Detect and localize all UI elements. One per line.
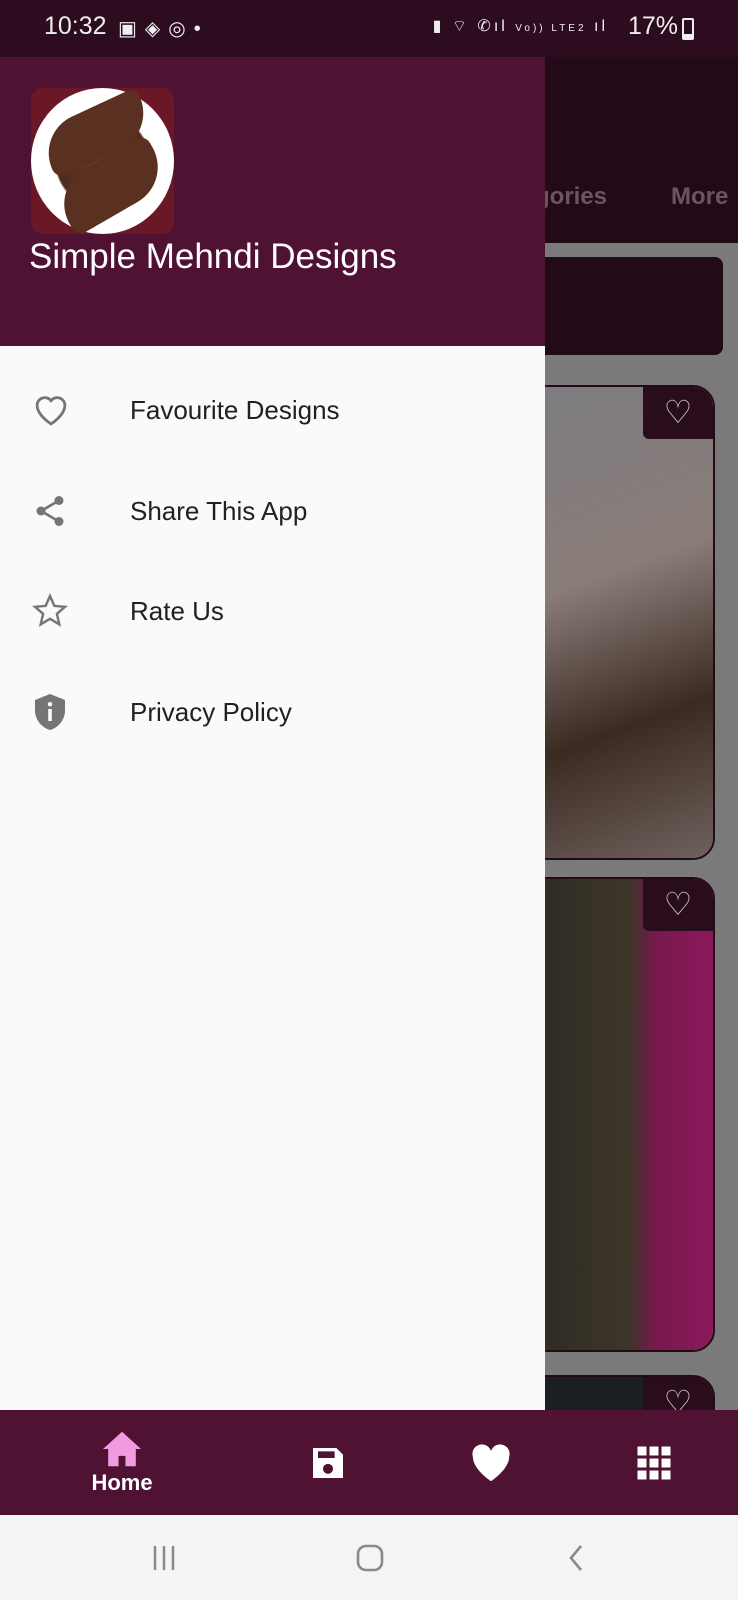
background-app-bar: gories More bbox=[535, 57, 738, 243]
signal-icons: ▮ ⌔ ✆ıl Vo)) LTE2 ıl bbox=[432, 18, 608, 35]
design-image bbox=[527, 387, 713, 858]
menu-item-label: Share This App bbox=[130, 495, 308, 526]
favorite-heart-icon: ♡ bbox=[643, 879, 713, 931]
tab-more: More bbox=[671, 183, 729, 210]
navigation-drawer: Simple Mehndi Designs Favourite Designs … bbox=[0, 57, 545, 1410]
design-card: ♡ bbox=[525, 877, 715, 1352]
nav-categories[interactable] bbox=[594, 1410, 714, 1515]
drawer-header: Simple Mehndi Designs bbox=[0, 57, 545, 346]
grid-icon bbox=[637, 1446, 671, 1479]
heart-icon bbox=[472, 1443, 510, 1481]
nav-label: Home bbox=[91, 1469, 153, 1495]
favorite-heart-icon: ♡ bbox=[643, 387, 713, 439]
battery-icon bbox=[682, 18, 694, 40]
share-icon bbox=[0, 493, 130, 529]
back-button[interactable] bbox=[526, 1515, 626, 1600]
menu-item-privacy-policy[interactable]: Privacy Policy bbox=[0, 662, 545, 762]
menu-item-label: Privacy Policy bbox=[130, 696, 292, 727]
system-navigation-bar bbox=[0, 1515, 738, 1600]
nav-favorites[interactable] bbox=[431, 1410, 551, 1515]
menu-item-share-app[interactable]: Share This App bbox=[0, 461, 545, 561]
nav-saved[interactable] bbox=[268, 1410, 388, 1515]
home-outline-icon bbox=[356, 1544, 384, 1571]
status-bar: 10:32 ▣◈◎• ▮ ⌔ ✆ıl Vo)) LTE2 ıl 17% bbox=[0, 0, 738, 57]
design-card: ♡ bbox=[525, 385, 715, 860]
network-label: Vo)) LTE2 bbox=[515, 23, 587, 34]
background-banner bbox=[535, 257, 723, 355]
home-button[interactable] bbox=[320, 1515, 420, 1600]
home-icon bbox=[103, 1431, 141, 1466]
battery-percent: 17% bbox=[627, 12, 678, 40]
save-icon bbox=[313, 1447, 343, 1478]
heart-outline-icon bbox=[0, 393, 130, 427]
menu-item-rate-us[interactable]: Rate Us bbox=[0, 561, 545, 661]
design-image bbox=[527, 879, 713, 1350]
bottom-navigation: Home bbox=[0, 1410, 738, 1515]
shield-info-icon bbox=[0, 692, 130, 732]
app-title: Simple Mehndi Designs bbox=[29, 237, 397, 276]
recents-icon bbox=[153, 1545, 175, 1570]
menu-item-favourite-designs[interactable]: Favourite Designs bbox=[0, 360, 545, 460]
status-time: 10:32 bbox=[44, 12, 107, 40]
star-outline-icon bbox=[0, 593, 130, 629]
background-app-dimmed[interactable]: gories More ♡ ♡ ♡ bbox=[525, 57, 738, 1455]
notification-icons: ▣◈◎• bbox=[118, 18, 209, 40]
nav-home[interactable]: Home bbox=[62, 1410, 182, 1515]
back-icon bbox=[569, 1544, 582, 1571]
recents-button[interactable] bbox=[114, 1515, 214, 1600]
menu-item-label: Favourite Designs bbox=[130, 394, 340, 425]
menu-item-label: Rate Us bbox=[130, 595, 224, 626]
app-logo bbox=[31, 88, 174, 234]
tab-categories: gories bbox=[535, 183, 608, 210]
